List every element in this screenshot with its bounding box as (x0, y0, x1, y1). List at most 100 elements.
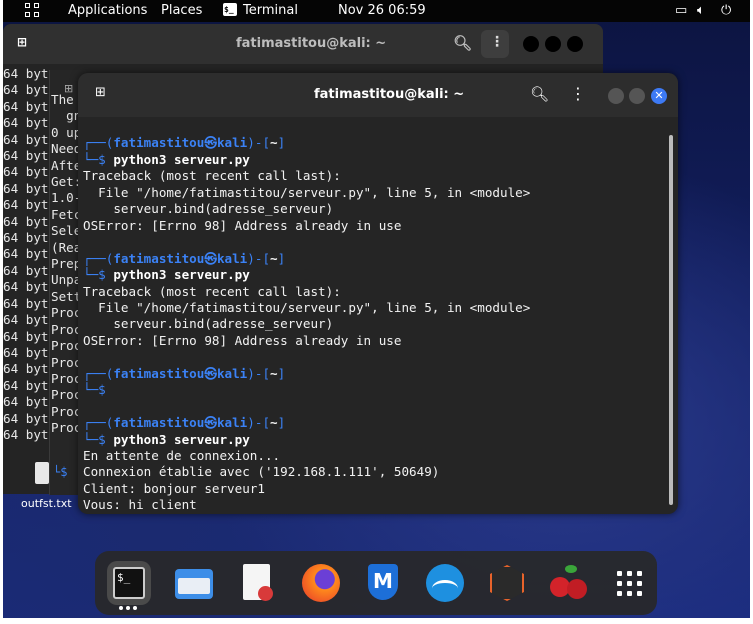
main-terminal-window[interactable]: ⊞ fatimastitou@kali: ~ 🔍︎ ⋮ ✕ ┌──(fatima… (78, 73, 678, 514)
terminal-icon: $_ (113, 567, 145, 599)
metasploit-icon: M (368, 564, 398, 600)
burpsuite-icon (490, 565, 524, 601)
app-grid-icon (617, 571, 643, 597)
bg-output-line: 64 byt (3, 246, 49, 262)
output-line: Connexion établie avec ('192.168.1.111',… (83, 464, 440, 480)
prompt-line: ┌──(fatimastitou㉿kali)-[~] (83, 135, 286, 151)
bg-output-line: 64 byt (3, 66, 49, 81)
desktop-file-label[interactable]: outfst.txt (21, 497, 72, 510)
output-line: Vous: hi client (83, 497, 197, 509)
command-line: └─$ python3 serveur.py (83, 431, 250, 447)
power-icon[interactable]: ⏻ (721, 3, 731, 18)
bg-output-line: 64 byt (3, 115, 49, 131)
bg-terminal-header[interactable]: ⊞ fatimastitou@kali: ~ 🔍︎ ⋮ (3, 24, 603, 64)
activities-grid-icon[interactable] (25, 3, 41, 19)
traceback-line: Traceback (most recent call last): (83, 283, 341, 299)
output-line: En attente de connexion... (83, 448, 281, 463)
applications-menu[interactable]: Applications (68, 3, 147, 18)
dock: $_ M (95, 551, 657, 615)
grid-dot (617, 581, 622, 586)
bg-output-line: 64 byt (3, 213, 49, 229)
bg-output-line: 64 byt (3, 426, 49, 442)
dock-terminal[interactable]: $_ (107, 561, 151, 605)
error-line: OSError: [Errno 98] Address already in u… (83, 217, 402, 233)
search-icon[interactable]: 🔍︎ (530, 85, 549, 103)
empty-command-line: └─$ (83, 382, 114, 398)
bg-output-line: 64 byt (3, 230, 49, 246)
grid-dot (627, 571, 632, 576)
grid-dot (617, 571, 622, 576)
bg-output-line: 64 byt (3, 82, 49, 98)
dock-text-editor[interactable] (235, 561, 279, 605)
wireshark-icon (426, 564, 464, 602)
close-button[interactable]: ✕ (651, 88, 667, 104)
maximize-button[interactable] (629, 88, 645, 104)
command-line: └─$ python3 serveur.py (83, 267, 250, 283)
grid-dot (637, 581, 642, 586)
grid-dot (627, 581, 632, 586)
error-line: OSError: [Errno 98] Address already in u… (83, 332, 402, 348)
main-terminal-header[interactable]: ⊞ fatimastitou@kali: ~ 🔍︎ ⋮ ✕ (78, 73, 678, 117)
menu-button[interactable]: ⋮ (481, 30, 509, 58)
terminal-output[interactable]: ┌──(fatimastitou㉿kali)-[~] └─$ python3 se… (83, 119, 663, 509)
new-tab-icon[interactable]: ⊞ (95, 85, 106, 100)
bg-output-line: 64 byt (3, 197, 49, 213)
bg-output-line: 64 byt (3, 148, 49, 164)
dock-burpsuite[interactable] (485, 561, 529, 605)
files-icon (175, 569, 213, 599)
bg-terminal-output: 64 byt 64 byt 64 byt 64 byt 64 byt 64 byt 64 b… (3, 66, 53, 443)
traceback-file-line: File "/home/fatimastitou/serveur.py", li… (83, 184, 531, 200)
desktop: Applications Places $_ Terminal Nov 26 0… (3, 0, 750, 618)
bg-output-line: 64 byt (3, 377, 49, 393)
bg-output-line: 64 byt (3, 295, 49, 311)
new-tab-icon[interactable]: ⊞ (17, 35, 27, 49)
bg-output-line: 64 byt (3, 410, 49, 426)
text-editor-icon (243, 564, 273, 601)
firefox-icon (302, 564, 340, 602)
prompt-line: ┌──(fatimastitou㉿kali)-[~] (83, 415, 286, 431)
minimize-button[interactable] (608, 88, 624, 104)
grid-dot (637, 571, 642, 576)
dock-show-apps[interactable] (607, 561, 651, 605)
bg-output-line: 64 byt (3, 164, 49, 180)
prompt-line: ┌──(fatimastitou㉿kali)-[~] (83, 250, 286, 266)
bg-output-line: 64 byt (3, 394, 49, 410)
screen-icon[interactable]: ▭ (675, 3, 687, 18)
bg-output-line: 64 byt (3, 312, 49, 328)
dock-firefox[interactable] (299, 561, 343, 605)
close-button[interactable] (567, 36, 583, 52)
bg-terminal-title: fatimastitou@kali: ~ (236, 36, 387, 51)
dock-files[interactable] (171, 561, 215, 605)
dock-cherrytree[interactable] (547, 561, 591, 605)
traceback-line: Traceback (most recent call last): (83, 168, 341, 184)
text-file-icon[interactable] (35, 462, 49, 484)
bg-output-line: 64 byt (3, 180, 49, 196)
grid-dot (617, 591, 622, 596)
grid-dot (627, 591, 632, 596)
terminal-app-label[interactable]: Terminal (243, 3, 298, 18)
kebab-menu-icon[interactable]: ⋮ (570, 84, 586, 103)
prompt-line: ┌──(fatimastitou㉿kali)-[~] (83, 365, 286, 381)
dock-metasploit[interactable]: M (361, 561, 405, 605)
bg-output-line: 64 byt (3, 328, 49, 344)
traceback-code-line: serveur.bind(adresse_serveur) (83, 316, 334, 332)
minimize-button[interactable] (523, 36, 539, 52)
output-line: Client: bonjour serveur1 (83, 480, 265, 496)
clock[interactable]: Nov 26 06:59 (338, 3, 426, 18)
scrollbar[interactable] (669, 135, 673, 505)
dock-wireshark[interactable] (423, 561, 467, 605)
volume-icon[interactable]: 🔈︎ (697, 3, 705, 18)
mid-prompt-fragment: └$ (53, 465, 68, 479)
places-menu[interactable]: Places (161, 3, 202, 18)
bg-output-line: 64 byt (3, 361, 49, 377)
traceback-code-line: serveur.bind(adresse_serveur) (83, 201, 334, 217)
bg-output-line: 64 byt (3, 279, 49, 295)
kebab-icon: ⋮ (490, 34, 504, 50)
terminal-app-icon[interactable]: $_ (223, 3, 237, 16)
traceback-file-line: File "/home/fatimastitou/serveur.py", li… (83, 299, 531, 315)
command-line: └─$ python3 serveur.py (83, 151, 250, 167)
bg-output-line: 64 byt (3, 98, 49, 114)
maximize-button[interactable] (545, 36, 561, 52)
bg-output-line: 64 byt (3, 344, 49, 360)
search-icon[interactable]: 🔍︎ (453, 34, 472, 52)
